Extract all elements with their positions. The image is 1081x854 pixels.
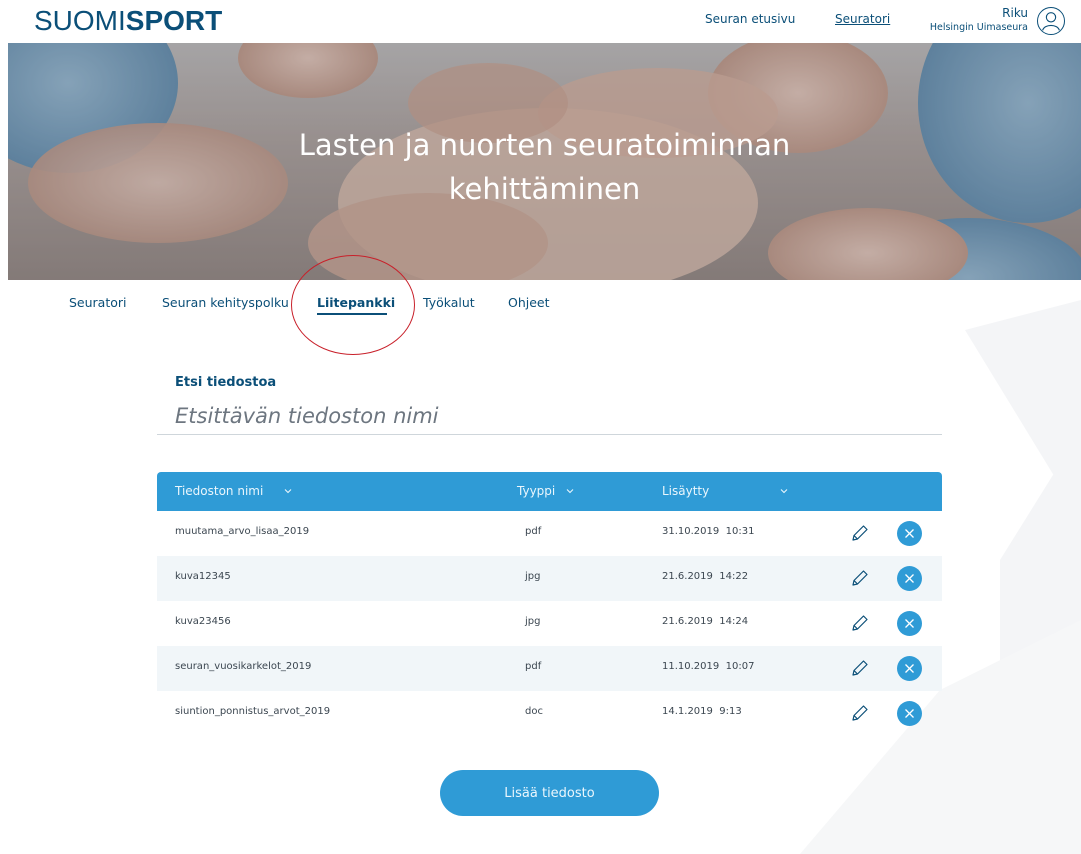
close-icon[interactable] [897, 656, 922, 681]
pencil-icon[interactable] [849, 612, 871, 634]
file-name: muutama_arvo_lisaa_2019 [175, 526, 310, 537]
chevron-down-icon [284, 489, 292, 494]
sort-header-added[interactable]: Lisäytty [662, 484, 789, 498]
user-name: Riku [1002, 6, 1028, 20]
close-icon[interactable] [897, 521, 922, 546]
file-type: doc [525, 706, 543, 717]
file-type: jpg [525, 571, 541, 582]
nav-link-seuratori[interactable]: Seuratori [835, 12, 890, 26]
logo-text-bold: SPORT [125, 5, 223, 36]
chevron-down-icon [780, 489, 788, 494]
close-icon[interactable] [897, 566, 922, 591]
file-type: jpg [525, 616, 541, 627]
file-table: Tiedoston nimi Tyyppi Lisäytty muutama_a… [157, 472, 942, 736]
file-added: 21.6.2019 14:22 [662, 571, 749, 582]
tab-seuratori[interactable]: Seuratori [69, 295, 127, 310]
suomisport-logo[interactable]: SUOMISPORT [34, 6, 222, 36]
file-added: 11.10.2019 10:07 [662, 661, 755, 672]
pencil-icon[interactable] [849, 522, 871, 544]
file-name: seuran_vuosikarkelot_2019 [175, 661, 312, 672]
table-row: kuva12345 jpg 21.6.2019 14:22 [157, 556, 942, 601]
highlight-circle [291, 255, 415, 355]
file-added: 14.1.2019 9:13 [662, 706, 742, 717]
header-name-label: Tiedoston nimi [175, 484, 264, 498]
tab-tyokalut[interactable]: Työkalut [423, 295, 475, 310]
close-icon[interactable] [897, 611, 922, 636]
header-added-label: Lisäytty [662, 484, 710, 498]
table-header: Tiedoston nimi Tyyppi Lisäytty [157, 472, 942, 511]
logo-text-thin: SUOMI [34, 5, 126, 36]
file-type: pdf [525, 661, 542, 672]
header-type-label: Tyyppi [517, 484, 556, 498]
tab-seuran-kehityspolku[interactable]: Seuran kehityspolku [162, 295, 289, 310]
pencil-icon[interactable] [849, 567, 871, 589]
sort-header-name[interactable]: Tiedoston nimi [175, 484, 293, 498]
close-icon[interactable] [897, 701, 922, 726]
hero-banner: Lasten ja nuorten seuratoiminnan kehittä… [8, 43, 1081, 280]
file-added: 31.10.2019 10:31 [662, 526, 755, 537]
table-row: kuva23456 jpg 21.6.2019 14:24 [157, 601, 942, 646]
table-row: seuran_vuosikarkelot_2019 pdf 11.10.2019… [157, 646, 942, 691]
search-label: Etsi tiedostoa [175, 375, 277, 390]
top-header: SUOMISPORT Seuran etusivu Seuratori Riku… [0, 0, 1081, 43]
nav-link-club-home[interactable]: Seuran etusivu [705, 12, 795, 26]
user-avatar-icon[interactable] [1037, 7, 1065, 35]
page-title-line-2: kehittäminen [448, 172, 641, 206]
add-file-button[interactable]: Lisää tiedosto [440, 770, 659, 816]
pencil-icon[interactable] [849, 702, 871, 724]
file-name: kuva23456 [175, 616, 231, 627]
page-title: Lasten ja nuorten seuratoiminnan kehittä… [8, 123, 1081, 211]
pencil-icon[interactable] [849, 657, 871, 679]
tab-ohjeet[interactable]: Ohjeet [508, 295, 550, 310]
file-added: 21.6.2019 14:24 [662, 616, 749, 627]
file-type: pdf [525, 526, 542, 537]
page-title-line-1: Lasten ja nuorten seuratoiminnan [298, 128, 791, 162]
search-input[interactable] [157, 398, 942, 435]
user-club: Helsingin Uimaseura [929, 22, 1028, 33]
table-row: siuntion_ponnistus_arvot_2019 doc 14.1.2… [157, 691, 942, 736]
file-name: siuntion_ponnistus_arvot_2019 [175, 706, 331, 717]
chevron-down-icon [566, 489, 574, 494]
sort-header-type[interactable]: Tyyppi [517, 484, 575, 498]
file-name: kuva12345 [175, 571, 231, 582]
table-row: muutama_arvo_lisaa_2019 pdf 31.10.2019 1… [157, 511, 942, 556]
